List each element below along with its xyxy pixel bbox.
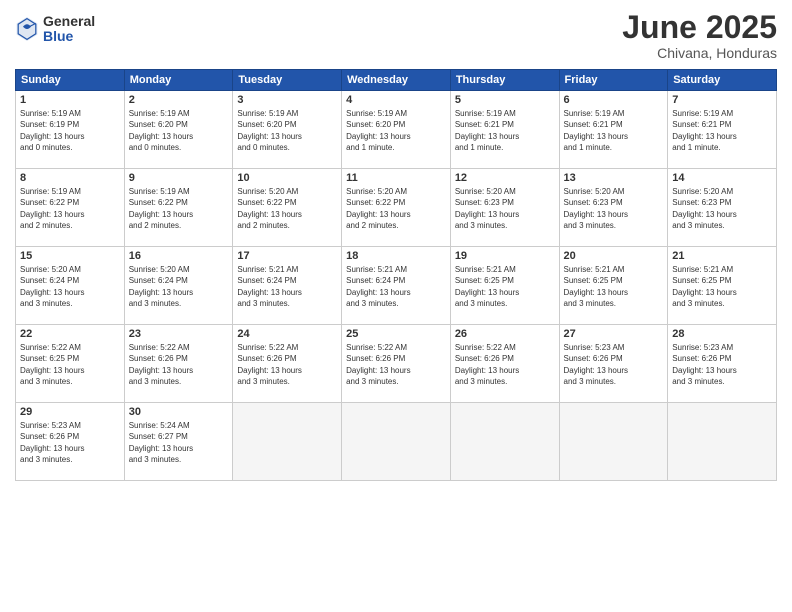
day-3: 3 Sunrise: 5:19 AMSunset: 6:20 PMDayligh… bbox=[233, 91, 342, 169]
day-12: 12 Sunrise: 5:20 AMSunset: 6:23 PMDaylig… bbox=[450, 169, 559, 247]
day-21: 21 Sunrise: 5:21 AMSunset: 6:25 PMDaylig… bbox=[668, 247, 777, 325]
day-16: 16 Sunrise: 5:20 AMSunset: 6:24 PMDaylig… bbox=[124, 247, 233, 325]
empty-cell-2 bbox=[342, 403, 451, 481]
day-18: 18 Sunrise: 5:21 AMSunset: 6:24 PMDaylig… bbox=[342, 247, 451, 325]
day-14: 14 Sunrise: 5:20 AMSunset: 6:23 PMDaylig… bbox=[668, 169, 777, 247]
logo-general-text: General bbox=[43, 14, 95, 29]
day-6: 6 Sunrise: 5:19 AMSunset: 6:21 PMDayligh… bbox=[559, 91, 668, 169]
day-28: 28 Sunrise: 5:23 AMSunset: 6:26 PMDaylig… bbox=[668, 325, 777, 403]
day-4: 4 Sunrise: 5:19 AMSunset: 6:20 PMDayligh… bbox=[342, 91, 451, 169]
logo-icon bbox=[15, 15, 39, 43]
day-22: 22 Sunrise: 5:22 AMSunset: 6:25 PMDaylig… bbox=[16, 325, 125, 403]
empty-cell-4 bbox=[559, 403, 668, 481]
calendar-header-row: Sunday Monday Tuesday Wednesday Thursday… bbox=[16, 70, 777, 91]
page: General Blue June 2025 Chivana, Honduras… bbox=[0, 0, 792, 612]
empty-cell-3 bbox=[450, 403, 559, 481]
logo-blue-text: Blue bbox=[43, 29, 95, 44]
day-26: 26 Sunrise: 5:22 AMSunset: 6:26 PMDaylig… bbox=[450, 325, 559, 403]
header-thursday: Thursday bbox=[450, 70, 559, 91]
header-friday: Friday bbox=[559, 70, 668, 91]
logo-text: General Blue bbox=[43, 14, 95, 45]
day-17: 17 Sunrise: 5:21 AMSunset: 6:24 PMDaylig… bbox=[233, 247, 342, 325]
header: General Blue June 2025 Chivana, Honduras bbox=[15, 10, 777, 61]
header-sunday: Sunday bbox=[16, 70, 125, 91]
empty-cell-1 bbox=[233, 403, 342, 481]
calendar-row-2: 8 Sunrise: 5:19 AMSunset: 6:22 PMDayligh… bbox=[16, 169, 777, 247]
calendar-table: Sunday Monday Tuesday Wednesday Thursday… bbox=[15, 69, 777, 481]
day-9: 9 Sunrise: 5:19 AMSunset: 6:22 PMDayligh… bbox=[124, 169, 233, 247]
day-1: 1 Sunrise: 5:19 AMSunset: 6:19 PMDayligh… bbox=[16, 91, 125, 169]
day-19: 19 Sunrise: 5:21 AMSunset: 6:25 PMDaylig… bbox=[450, 247, 559, 325]
calendar-row-4: 22 Sunrise: 5:22 AMSunset: 6:25 PMDaylig… bbox=[16, 325, 777, 403]
header-saturday: Saturday bbox=[668, 70, 777, 91]
day-23: 23 Sunrise: 5:22 AMSunset: 6:26 PMDaylig… bbox=[124, 325, 233, 403]
calendar-row-5: 29 Sunrise: 5:23 AMSunset: 6:26 PMDaylig… bbox=[16, 403, 777, 481]
month-title: June 2025 bbox=[622, 10, 777, 45]
calendar-row-1: 1 Sunrise: 5:19 AMSunset: 6:19 PMDayligh… bbox=[16, 91, 777, 169]
empty-cell-5 bbox=[668, 403, 777, 481]
location-subtitle: Chivana, Honduras bbox=[622, 45, 777, 61]
day-30: 30 Sunrise: 5:24 AMSunset: 6:27 PMDaylig… bbox=[124, 403, 233, 481]
day-27: 27 Sunrise: 5:23 AMSunset: 6:26 PMDaylig… bbox=[559, 325, 668, 403]
day-10: 10 Sunrise: 5:20 AMSunset: 6:22 PMDaylig… bbox=[233, 169, 342, 247]
day-29: 29 Sunrise: 5:23 AMSunset: 6:26 PMDaylig… bbox=[16, 403, 125, 481]
day-11: 11 Sunrise: 5:20 AMSunset: 6:22 PMDaylig… bbox=[342, 169, 451, 247]
logo: General Blue bbox=[15, 14, 95, 45]
day-8: 8 Sunrise: 5:19 AMSunset: 6:22 PMDayligh… bbox=[16, 169, 125, 247]
header-monday: Monday bbox=[124, 70, 233, 91]
title-area: June 2025 Chivana, Honduras bbox=[622, 10, 777, 61]
day-2: 2 Sunrise: 5:19 AMSunset: 6:20 PMDayligh… bbox=[124, 91, 233, 169]
day-15: 15 Sunrise: 5:20 AMSunset: 6:24 PMDaylig… bbox=[16, 247, 125, 325]
day-5: 5 Sunrise: 5:19 AMSunset: 6:21 PMDayligh… bbox=[450, 91, 559, 169]
day-20: 20 Sunrise: 5:21 AMSunset: 6:25 PMDaylig… bbox=[559, 247, 668, 325]
day-24: 24 Sunrise: 5:22 AMSunset: 6:26 PMDaylig… bbox=[233, 325, 342, 403]
header-tuesday: Tuesday bbox=[233, 70, 342, 91]
day-25: 25 Sunrise: 5:22 AMSunset: 6:26 PMDaylig… bbox=[342, 325, 451, 403]
day-13: 13 Sunrise: 5:20 AMSunset: 6:23 PMDaylig… bbox=[559, 169, 668, 247]
day-7: 7 Sunrise: 5:19 AMSunset: 6:21 PMDayligh… bbox=[668, 91, 777, 169]
calendar-row-3: 15 Sunrise: 5:20 AMSunset: 6:24 PMDaylig… bbox=[16, 247, 777, 325]
header-wednesday: Wednesday bbox=[342, 70, 451, 91]
